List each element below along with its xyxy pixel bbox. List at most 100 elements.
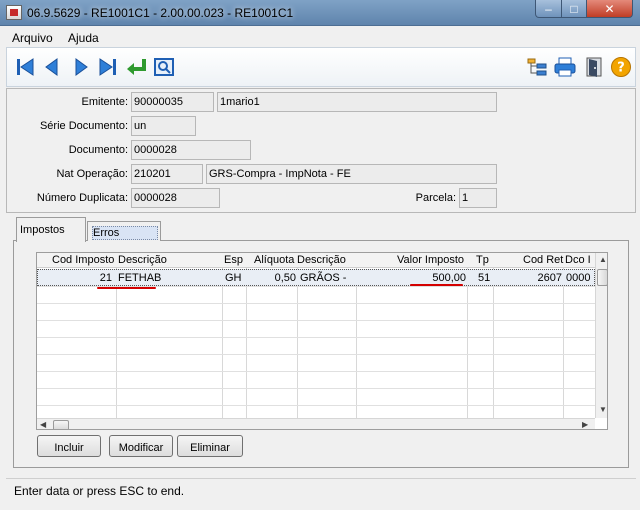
col-header-descricao-2[interactable]: Descrição	[297, 254, 346, 266]
first-icon	[17, 58, 34, 76]
zoom-icon	[154, 58, 174, 76]
status-message: Enter data or press ESC to end.	[14, 484, 185, 498]
print-button[interactable]	[553, 54, 577, 80]
nat-operacao-code-field[interactable]: 210201	[131, 164, 203, 184]
row-divider	[37, 405, 595, 406]
vertical-scroll-thumb[interactable]	[597, 269, 607, 286]
numero-duplicata-label: Número Duplicata:	[36, 192, 128, 204]
col-header-cod-imposto[interactable]: Cod Imposto	[52, 254, 114, 266]
col-header-dco[interactable]: Dco I	[565, 254, 591, 266]
row-divider	[37, 371, 595, 372]
return-button[interactable]	[125, 54, 149, 80]
cell-cod-imposto: 21	[99, 272, 112, 284]
scroll-down-arrow-icon[interactable]: ▼	[599, 405, 607, 414]
nat-operacao-label: Nat Operação:	[56, 168, 128, 180]
row-divider	[37, 354, 595, 355]
minimize-button[interactable]: ‒	[535, 0, 562, 18]
emitente-label: Emitente:	[81, 96, 128, 108]
col-header-cod-ret[interactable]: Cod Ret	[523, 254, 563, 266]
first-record-button[interactable]	[13, 54, 37, 80]
cell-descricao: FETHAB	[118, 272, 162, 284]
title-bar[interactable]: 06.9.5629 - RE1001C1 - 2.00.00.023 - RE1…	[0, 0, 640, 26]
serie-label: Série Documento:	[39, 120, 128, 132]
numero-duplicata-field[interactable]: 0000028	[131, 188, 220, 208]
cell-esp: GH	[225, 272, 242, 284]
tab-erros-label: Erros	[93, 227, 120, 239]
row-divider	[37, 303, 595, 304]
cell-descricao-2: GRÃOS -	[300, 272, 347, 284]
return-icon	[127, 59, 146, 75]
cell-cod-ret: 2607	[537, 272, 562, 284]
close-button[interactable]: ✕	[587, 0, 633, 18]
navigation-tree-button[interactable]	[525, 54, 549, 80]
tab-impostos[interactable]: Impostos	[16, 217, 86, 242]
annotation-underline-valor	[410, 284, 463, 286]
row-divider	[37, 388, 595, 389]
serie-field[interactable]: un	[131, 116, 196, 136]
application-window: 06.9.5629 - RE1001C1 - 2.00.00.023 - RE1…	[0, 0, 640, 510]
emitente-code-field[interactable]: 90000035	[131, 92, 214, 112]
column-divider	[297, 268, 298, 418]
column-divider	[222, 268, 223, 418]
next-icon	[75, 58, 88, 76]
table-row[interactable]: 21 FETHAB GH 0,50 GRÃOS - 500,00 51 2607…	[37, 269, 595, 286]
toolbar: ?	[6, 47, 636, 87]
modificar-button[interactable]: Modificar	[109, 435, 173, 457]
tree-icon	[527, 58, 547, 76]
incluir-button[interactable]: Incluir	[37, 435, 101, 457]
menu-bar: Arquivo Ajuda	[6, 27, 636, 47]
last-icon	[99, 58, 116, 76]
help-button[interactable]: ?	[609, 54, 633, 80]
scroll-up-arrow-icon[interactable]: ▲	[599, 255, 607, 264]
column-divider	[467, 268, 468, 418]
tab-erros[interactable]: Erros	[87, 221, 161, 241]
documento-label: Documento:	[68, 144, 128, 156]
column-divider	[116, 268, 117, 418]
annotation-underline-fethab	[97, 287, 156, 289]
cell-valor-imposto: 500,00	[432, 272, 466, 284]
maximize-button[interactable]: □	[562, 0, 587, 18]
row-divider	[37, 337, 595, 338]
horizontal-scrollbar[interactable]: ◀ ▶	[37, 418, 595, 429]
scroll-left-arrow-icon[interactable]: ◀	[40, 420, 46, 429]
emitente-name-field[interactable]: 1mario1	[217, 92, 497, 112]
documento-field[interactable]: 0000028	[131, 140, 251, 160]
cell-tp: 51	[478, 272, 491, 284]
column-divider	[246, 268, 247, 418]
horizontal-scroll-thumb[interactable]	[53, 420, 69, 429]
app-icon	[6, 5, 22, 20]
row-divider	[37, 320, 595, 321]
next-record-button[interactable]	[69, 54, 93, 80]
svg-text:?: ?	[617, 61, 625, 76]
column-divider	[356, 268, 357, 418]
col-header-tp[interactable]: Tp	[476, 254, 489, 266]
eliminar-button[interactable]: Eliminar	[177, 435, 243, 457]
grid-header: Cod Imposto Descrição Esp Alíquota Descr…	[37, 253, 595, 268]
last-record-button[interactable]	[96, 54, 120, 80]
vertical-scrollbar[interactable]: ▲ ▼	[595, 253, 607, 418]
previous-icon	[45, 58, 58, 76]
nat-operacao-desc-field[interactable]: GRS-Compra - ImpNota - FE	[206, 164, 497, 184]
impostos-grid[interactable]: Cod Imposto Descrição Esp Alíquota Descr…	[36, 252, 608, 430]
column-divider	[493, 268, 494, 418]
exit-icon	[586, 57, 602, 77]
cell-aliquota: 0,50	[274, 272, 296, 284]
zoom-button[interactable]	[152, 54, 176, 80]
help-icon: ?	[611, 57, 631, 77]
status-bar: Enter data or press ESC to end.	[6, 478, 636, 504]
column-divider	[563, 268, 564, 418]
exit-button[interactable]	[582, 54, 606, 80]
print-icon	[554, 57, 576, 77]
parcela-label: Parcela:	[415, 192, 456, 204]
cell-dco: 0000	[566, 272, 591, 284]
menu-ajuda[interactable]: Ajuda	[68, 31, 99, 45]
menu-arquivo[interactable]: Arquivo	[12, 31, 53, 45]
col-header-esp[interactable]: Esp	[224, 254, 243, 266]
parcela-field[interactable]: 1	[459, 188, 497, 208]
col-header-descricao[interactable]: Descrição	[118, 254, 167, 266]
previous-record-button[interactable]	[40, 54, 64, 80]
scroll-right-arrow-icon[interactable]: ▶	[582, 420, 588, 429]
window-title: 06.9.5629 - RE1001C1 - 2.00.00.023 - RE1…	[27, 6, 294, 20]
col-header-aliquota[interactable]: Alíquota	[254, 254, 294, 266]
col-header-valor-imposto[interactable]: Valor Imposto	[397, 254, 464, 266]
